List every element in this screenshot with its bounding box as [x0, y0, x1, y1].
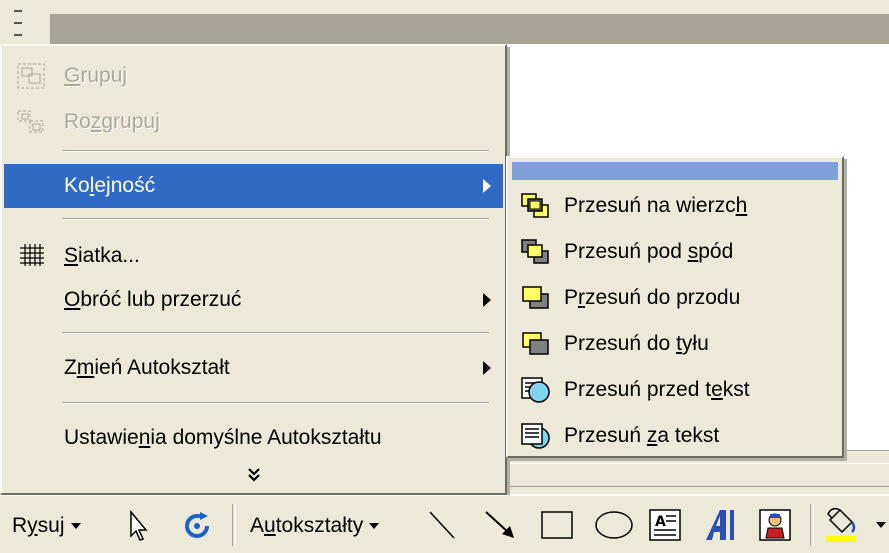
menu-item-label: Zmień Autokształt: [64, 356, 230, 379]
arrow-tool-button[interactable]: [480, 506, 520, 544]
insert-clipart-button[interactable]: [756, 506, 796, 544]
menu-item-bring-to-front[interactable]: Przesuń na wierzch: [512, 184, 838, 228]
pointer-arrow-icon: [122, 509, 154, 549]
menu-item-order[interactable]: Kolejność: [4, 164, 503, 208]
ungroup-icon: [16, 108, 46, 136]
menu-item-label: Przesuń do tyłu: [564, 332, 709, 355]
autoshapes-menu-button[interactable]: Autokształty: [246, 506, 406, 544]
line-icon: [422, 511, 462, 549]
menu-item-label: Siatka...: [64, 244, 140, 267]
menu-item-autoshape-defaults[interactable]: Ustawienia domyślne Autokształtu: [4, 416, 503, 460]
select-objects-button[interactable]: [122, 506, 154, 544]
menu-item-send-backward[interactable]: Przesuń do tyłu: [512, 322, 838, 366]
wordart-icon: [700, 510, 740, 549]
fill-color-button[interactable]: [822, 506, 886, 544]
bring-forward-icon: [520, 284, 552, 312]
drawing-toolbar: Rysuj Autokształty A: [0, 495, 889, 553]
dropdown-arrow-icon: [369, 523, 380, 530]
menu-separator: [62, 332, 489, 334]
menu-item-label: Przesuń za tekst: [564, 424, 720, 447]
menu-item-label: Rozgrupuj: [64, 110, 160, 133]
document-area-background: [46, 0, 889, 44]
line-tool-button[interactable]: [422, 506, 462, 544]
send-behind-text-icon: [520, 422, 552, 450]
menu-item-label: Przesuń przed tekst: [564, 378, 750, 401]
menu-item-bring-in-front-of-text[interactable]: Przesuń przed tekst: [512, 368, 838, 412]
bring-to-front-icon: [520, 192, 552, 220]
toolbar-separator: [232, 504, 236, 546]
draw-menu-label: Rysuj: [12, 514, 65, 537]
menu-item-change-autoshape[interactable]: Zmień Autokształt: [4, 346, 503, 390]
menu-item-send-to-back[interactable]: Przesuń pod spód: [512, 230, 838, 274]
menu-separator: [62, 402, 489, 404]
rectangle-icon: [538, 511, 578, 549]
svg-text:A: A: [655, 514, 666, 530]
text-box-tool-button[interactable]: A: [646, 506, 686, 544]
menu-item-label: Przesuń pod spód: [564, 240, 734, 263]
group-icon: [16, 62, 46, 90]
dropdown-arrow-icon: [876, 522, 886, 528]
menu-item-label: Przesuń na wierzch: [564, 194, 748, 217]
menu-item-send-behind-text[interactable]: Przesuń za tekst: [512, 414, 838, 458]
menu-item-bring-forward[interactable]: Przesuń do przodu: [512, 276, 838, 320]
order-submenu: Przesuń na wierzch Przesuń pod spód Prze…: [506, 156, 844, 458]
menu-item-ungroup[interactable]: Rozgrupuj: [4, 100, 503, 144]
grid-icon: [16, 242, 46, 270]
menu-item-label: Ustawienia domyślne Autokształtu: [64, 426, 382, 449]
submenu-arrow-icon: [483, 293, 491, 307]
arrow-line-icon: [480, 511, 520, 549]
menu-item-label: Grupuj: [64, 64, 128, 87]
draw-menu-button[interactable]: Rysuj: [8, 506, 108, 544]
draw-menu: Grupuj Rozgrupuj Kolejność Siatka... Obr…: [0, 44, 507, 495]
dropdown-arrow-icon: [70, 523, 81, 530]
send-to-back-icon: [520, 238, 552, 266]
toolbar-separator: [810, 504, 814, 546]
submenu-arrow-icon: [483, 179, 491, 193]
menu-item-label: Kolejność: [64, 174, 156, 197]
menu-item-label: Obróć lub przerzuć: [64, 288, 242, 311]
submenu-arrow-icon: [483, 361, 491, 375]
ruler-fragment: [0, 0, 46, 46]
menu-item-group[interactable]: Grupuj: [4, 54, 503, 98]
text-box-icon: A: [646, 509, 686, 549]
paint-bucket-icon: [822, 507, 864, 549]
submenu-drag-bar[interactable]: [512, 162, 838, 180]
rectangle-tool-button[interactable]: [538, 506, 578, 544]
menu-item-grid[interactable]: Siatka...: [4, 234, 503, 278]
autoshapes-menu-label: Autokształty: [250, 514, 364, 537]
menu-separator: [62, 150, 489, 152]
rotate-icon: [180, 512, 214, 549]
expand-menu-icon[interactable]: [2, 466, 505, 489]
menu-item-rotate-flip[interactable]: Obróć lub przerzuć: [4, 278, 503, 322]
menu-separator: [62, 218, 489, 220]
clipart-icon: [756, 509, 796, 549]
oval-tool-button[interactable]: [592, 506, 636, 544]
wordart-tool-button[interactable]: [700, 506, 740, 544]
free-rotate-button[interactable]: [180, 506, 214, 544]
oval-icon: [592, 511, 636, 549]
send-backward-icon: [520, 330, 552, 358]
menu-item-label: Przesuń do przodu: [564, 286, 741, 309]
bring-in-front-of-text-icon: [520, 376, 552, 404]
